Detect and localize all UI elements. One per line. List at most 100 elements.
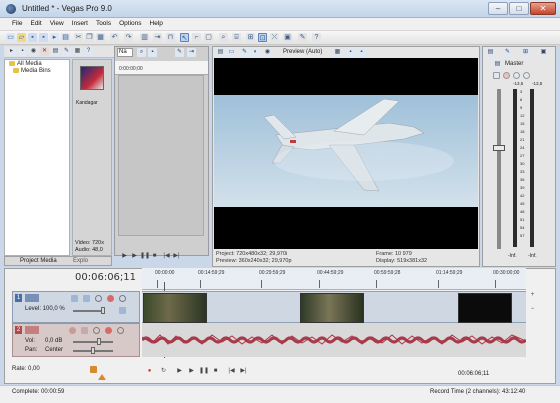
media-thumbnail[interactable] xyxy=(80,66,104,90)
trimmer-zoom-icon[interactable]: ⌕ xyxy=(137,48,146,57)
track-mute-icon[interactable] xyxy=(95,295,102,302)
undo-icon[interactable]: ↶ xyxy=(110,33,119,42)
views-icon[interactable]: ▦ xyxy=(73,47,82,56)
copy-icon[interactable]: ❐ xyxy=(85,33,94,42)
maximize-button[interactable]: □ xyxy=(509,2,529,15)
track-fx-icon[interactable] xyxy=(83,295,90,302)
pm-help-icon[interactable]: ? xyxy=(84,47,93,56)
trimmer-pause-icon[interactable]: ❚❚ xyxy=(140,252,150,261)
tree-item-media-bins[interactable]: Media Bins xyxy=(13,68,51,74)
pan-slider-knob[interactable] xyxy=(91,347,95,354)
external-monitor-icon[interactable]: ▭ xyxy=(227,48,236,57)
overlays-icon[interactable]: ▦ xyxy=(333,48,342,57)
track-fx-icon[interactable] xyxy=(81,327,88,334)
dim-icon[interactable]: ▣ xyxy=(539,48,548,57)
go-to-start-icon[interactable]: |◀ xyxy=(227,367,236,376)
lock-icon[interactable]: ⊓ xyxy=(166,33,175,42)
menu-view[interactable]: View xyxy=(46,18,68,29)
go-to-end-icon[interactable]: ▶| xyxy=(239,367,248,376)
crossfade-icon[interactable]: ⤫ xyxy=(270,33,279,42)
tree-item-all-media[interactable]: All Media xyxy=(9,61,42,67)
tab-explorer[interactable]: Explo xyxy=(73,258,88,264)
tab-project-media[interactable]: Project Media xyxy=(20,258,57,264)
vol-slider-knob[interactable] xyxy=(97,338,101,345)
master-record-icon[interactable] xyxy=(503,72,510,79)
trimmer-dropdown[interactable]: Na xyxy=(117,48,133,57)
master-fader-knob[interactable] xyxy=(493,145,505,151)
media-properties-icon[interactable]: ▤ xyxy=(51,47,60,56)
cut-icon[interactable]: ✂ xyxy=(74,33,83,42)
save-icon[interactable]: ▪ xyxy=(28,33,37,42)
zoom-in-icon[interactable]: + xyxy=(528,291,537,300)
trimmer-play-icon[interactable]: ▶ xyxy=(130,252,139,261)
trimmer-stop-icon[interactable]: ■ xyxy=(150,252,159,261)
track-compositing-mode-icon[interactable] xyxy=(119,307,126,314)
split-screen-icon[interactable]: ◐ xyxy=(251,48,260,57)
snap-icon[interactable]: ⊞ xyxy=(246,33,255,42)
master-settings-icon[interactable] xyxy=(523,72,530,79)
capture-icon[interactable]: ▪ xyxy=(18,47,27,56)
video-clip[interactable] xyxy=(300,293,364,323)
minimize-button[interactable]: – xyxy=(488,2,508,15)
preview-mode-icon[interactable]: ◉ xyxy=(263,48,272,57)
stop-icon[interactable]: ■ xyxy=(211,367,220,376)
remove-media-icon[interactable]: ✕ xyxy=(40,47,49,56)
trimmer-scrollbar[interactable] xyxy=(116,238,208,248)
video-clip[interactable] xyxy=(458,293,512,323)
track-record-icon[interactable] xyxy=(69,327,76,334)
pause-icon[interactable]: ❚❚ xyxy=(199,367,209,376)
video-clip[interactable] xyxy=(143,293,207,323)
play-icon[interactable]: ▶ xyxy=(187,367,196,376)
redo-icon[interactable]: ↷ xyxy=(124,33,133,42)
render-icon[interactable]: ▸ xyxy=(50,33,59,42)
loop-icon[interactable]: ↻ xyxy=(159,367,168,376)
selection-tool-icon[interactable]: ▢ xyxy=(204,33,213,42)
track-solo-icon[interactable] xyxy=(107,295,114,302)
track-composite-icon[interactable] xyxy=(119,295,126,302)
master-solo-icon[interactable] xyxy=(513,72,520,79)
trimmer-next-icon[interactable]: ▶| xyxy=(172,252,181,261)
track-solo-icon[interactable] xyxy=(105,327,112,334)
menu-insert[interactable]: Insert xyxy=(68,18,92,29)
rate-slider-icon[interactable] xyxy=(90,366,97,373)
trash-icon[interactable]: ▥ xyxy=(140,33,149,42)
trimmer-view[interactable] xyxy=(118,75,204,236)
track-settings-icon[interactable] xyxy=(117,327,124,334)
record-icon[interactable]: ● xyxy=(145,367,154,376)
menu-tools[interactable]: Tools xyxy=(92,18,115,29)
play-from-start-icon[interactable]: ▶ xyxy=(175,367,184,376)
normal-edit-tool-icon[interactable]: ↖ xyxy=(180,33,189,42)
envelope-tool-icon[interactable]: ⌐ xyxy=(192,33,201,42)
copy-snapshot-icon[interactable]: ▪ xyxy=(346,48,355,57)
open-icon[interactable]: ▱ xyxy=(17,33,26,42)
zoom-tool-icon[interactable]: ⌕ xyxy=(219,33,228,42)
ripple-icon[interactable]: ⇥ xyxy=(153,33,162,42)
import-media-icon[interactable]: ▸ xyxy=(7,47,16,56)
paste-icon[interactable]: ▦ xyxy=(96,33,105,42)
save-snapshot-icon[interactable]: ▪ xyxy=(357,48,366,57)
track-motion-icon[interactable] xyxy=(71,295,78,302)
zoom-out-icon[interactable]: − xyxy=(528,305,537,314)
preview-fx-icon[interactable]: ✎ xyxy=(240,48,249,57)
master-fx-chain-icon[interactable]: ▤ xyxy=(493,60,502,69)
media-fx-icon[interactable]: ✎ xyxy=(62,47,71,56)
help-icon[interactable]: ? xyxy=(312,33,321,42)
trimmer-prev-icon[interactable]: |◀ xyxy=(162,252,171,261)
trimmer-insert-icon[interactable]: ⇥ xyxy=(187,48,196,57)
menu-options[interactable]: Options xyxy=(115,18,145,29)
track-mute-icon[interactable] xyxy=(93,327,100,334)
save-as-icon[interactable]: ▪ xyxy=(39,33,48,42)
group-icon[interactable]: ▣ xyxy=(283,33,292,42)
close-button[interactable]: ✕ xyxy=(530,2,556,15)
menu-file[interactable]: File xyxy=(8,18,26,29)
timeline-ruler[interactable]: 00:00:00 00:14:59;29 00:29:59;29 00:44:59;2… xyxy=(142,268,526,290)
master-properties-icon[interactable]: ▤ xyxy=(486,48,495,57)
master-mute-icon[interactable] xyxy=(493,72,500,79)
master-fx-icon[interactable]: ✎ xyxy=(503,48,512,57)
level-slider-knob[interactable] xyxy=(101,307,105,314)
menu-edit[interactable]: Edit xyxy=(26,18,45,29)
new-project-icon[interactable]: ▭ xyxy=(6,33,15,42)
trimmer-save-icon[interactable]: ▪ xyxy=(148,48,157,57)
audio-waveform[interactable] xyxy=(140,323,528,357)
preview-properties-icon[interactable]: ▤ xyxy=(216,48,225,57)
